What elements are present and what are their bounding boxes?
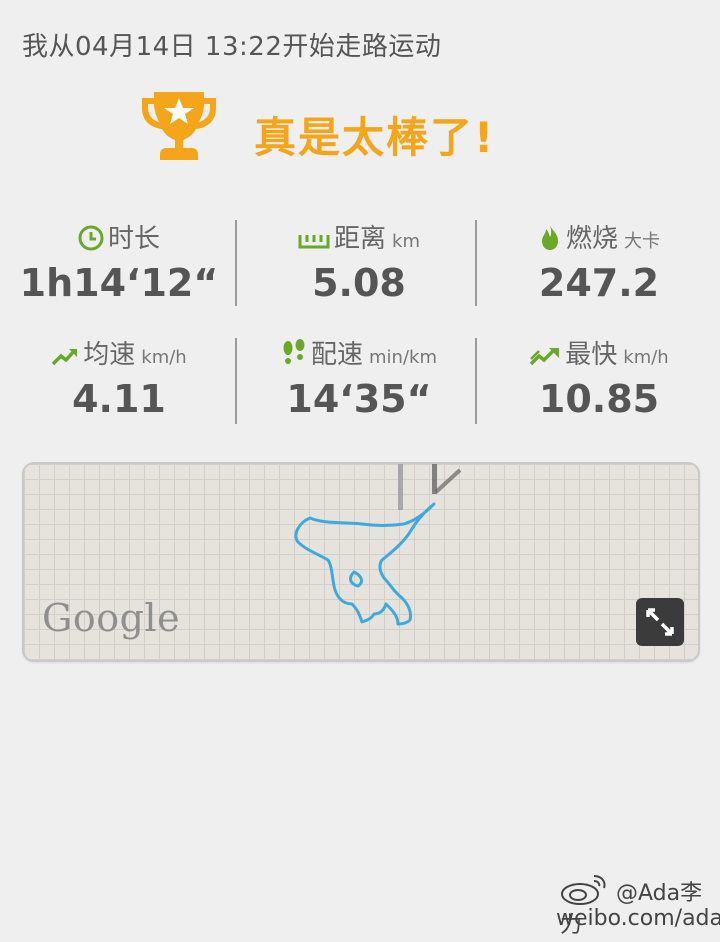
stat-avg-speed: 均速 km/h 4.11 [0,334,238,421]
workout-start-header: 我从04月14日 13:22开始走路运动 [22,32,442,62]
stat-divider [475,338,477,424]
route-map[interactable]: Google [22,462,700,662]
stat-calories-unit: 大卡 [624,231,660,252]
stat-avg-speed-value: 4.11 [72,377,166,421]
trophy-icon [142,92,216,160]
stat-divider [475,220,477,306]
stat-duration: 时长 1h14‘12“ [0,218,238,305]
expand-icon [646,608,674,636]
fast-trend-icon [530,348,560,366]
stat-pace: 配速 min/km 14‘35“ [240,334,478,421]
stat-pace-value: 14‘35“ [286,377,432,421]
stat-pace-label: 配速 [311,340,364,370]
stat-calories-label: 燃烧 [565,224,618,254]
stats-grid: 时长 1h14‘12“ 距离 km 5.08 燃烧 大卡 247.2 均速 km/h … [0,210,720,436]
stat-divider [235,338,237,424]
stat-duration-label: 时长 [107,224,160,254]
stat-calories: 燃烧 大卡 247.2 [480,218,718,305]
stat-calories-value: 247.2 [538,261,660,305]
clock-icon [78,225,104,251]
stat-max-speed: 最快 km/h 10.85 [480,334,718,421]
stat-max-speed-value: 10.85 [538,377,660,421]
stat-pace-unit: min/km [369,347,437,368]
weibo-icon [561,875,606,905]
stat-max-speed-label: 最快 [565,340,618,370]
footprints-icon [283,339,305,364]
stat-distance-label: 距离 [334,224,387,254]
stat-divider [235,220,237,306]
stat-max-speed-unit: km/h [623,347,669,368]
ruler-icon [298,235,330,249]
stat-distance-unit: km [392,231,420,252]
stat-distance-value: 5.08 [312,261,406,305]
stat-avg-speed-unit: km/h [141,347,187,368]
flame-icon [541,225,558,250]
trend-up-icon [52,348,78,366]
google-logo: Google [42,596,181,640]
stat-duration-value: 1h14‘12“ [19,261,219,305]
stat-avg-speed-label: 均速 [83,340,136,370]
expand-map-button[interactable] [636,598,684,646]
congrats-banner: 真是太棒了! [254,113,496,162]
watermark-url: weibo.com/adali [556,906,720,931]
stat-distance: 距离 km 5.08 [240,218,478,305]
